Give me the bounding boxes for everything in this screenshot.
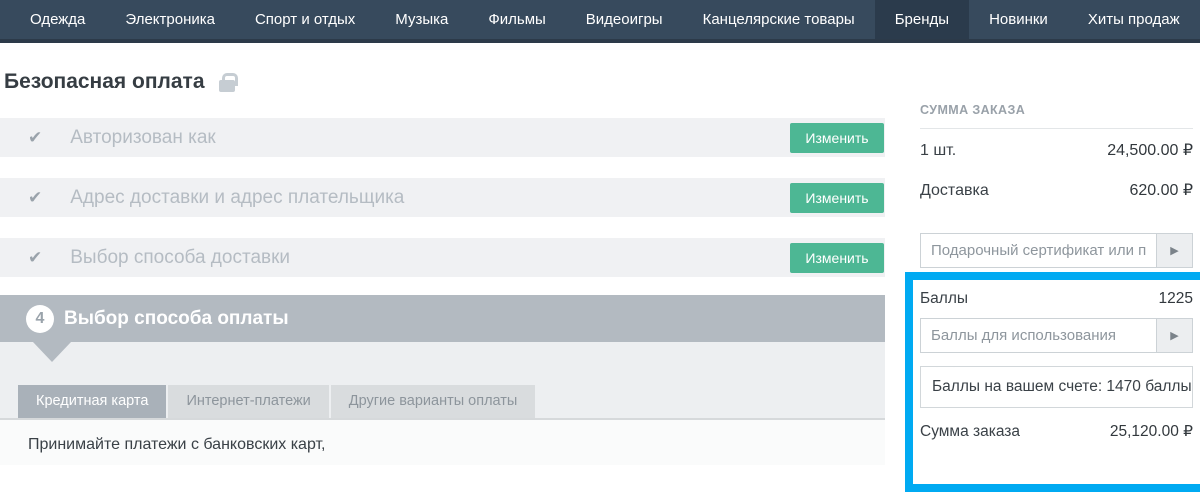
points-balance-note: Баллы на вашем счете: 1470 баллы. <box>920 366 1193 408</box>
tab-other-options[interactable]: Другие варианты оплаты <box>331 385 536 418</box>
step-label: Адрес доставки и адрес плательщика <box>70 187 404 209</box>
summary-shipping-label: Доставка <box>920 181 989 201</box>
payment-intro-text: Принимайте платежи с банковских карт, <box>28 436 326 454</box>
change-auth-button[interactable]: Изменить <box>790 123 884 153</box>
order-total-label: Сумма заказа <box>920 422 1020 442</box>
arrow-right-icon: ▶ <box>1170 244 1178 257</box>
nav-item-videogames[interactable]: Видеоигры <box>566 0 683 39</box>
nav-item-sports[interactable]: Спорт и отдых <box>235 0 375 39</box>
payment-tabs: Кредитная карта Интернет-платежи Другие … <box>18 385 535 418</box>
points-input[interactable] <box>921 319 1156 352</box>
step-header-pointer <box>33 342 71 362</box>
order-total-row: Сумма заказа 25,120.00 ₽ <box>920 422 1193 442</box>
tab-credit-card[interactable]: Кредитная карта <box>18 385 166 418</box>
summary-item-value: 24,500.00 ₽ <box>1107 141 1193 161</box>
nav-item-music[interactable]: Музыка <box>375 0 468 39</box>
promo-submit-button[interactable]: ▶ <box>1156 234 1192 267</box>
step-header-label: Выбор способа оплаты <box>64 308 289 330</box>
step-header-payment: 4 Выбор способа оплаты <box>0 295 885 342</box>
page-title: Безопасная оплата <box>4 70 205 94</box>
points-input-group: ▶ <box>920 318 1193 353</box>
top-navigation: Одежда Электроника Спорт и отдых Музыка … <box>0 0 1200 43</box>
order-summary-title: СУММА ЗАКАЗА <box>920 103 1025 117</box>
nav-item-brands[interactable]: Бренды <box>875 0 969 39</box>
page-title-row: Безопасная оплата <box>4 70 235 94</box>
nav-item-bestsellers[interactable]: Хиты продаж <box>1068 0 1200 39</box>
promo-code-group: ▶ <box>920 233 1193 268</box>
step-row-authorized: ✔ Авторизован как Изменить <box>0 118 885 157</box>
check-icon: ✔ <box>28 128 42 148</box>
step-label: Выбор способа доставки <box>70 247 290 269</box>
summary-row-shipping: Доставка 620.00 ₽ <box>920 181 1193 201</box>
step-number-badge: 4 <box>26 305 54 333</box>
change-address-button[interactable]: Изменить <box>790 183 884 213</box>
check-icon: ✔ <box>28 188 42 208</box>
step-row-address: ✔ Адрес доставки и адрес плательщика Изм… <box>0 178 885 217</box>
check-icon: ✔ <box>28 248 42 268</box>
points-submit-button[interactable]: ▶ <box>1156 319 1192 352</box>
lock-icon <box>219 80 235 92</box>
tab-online-payments[interactable]: Интернет-платежи <box>168 385 328 418</box>
step-row-shipping: ✔ Выбор способа доставки Изменить <box>0 238 885 277</box>
points-value: 1225 <box>1159 289 1193 309</box>
points-label: Баллы <box>920 289 968 309</box>
summary-row-items: 1 шт. 24,500.00 ₽ <box>920 141 1193 161</box>
change-shipping-button[interactable]: Изменить <box>790 243 884 273</box>
nav-item-movies[interactable]: Фильмы <box>468 0 565 39</box>
step-label: Авторизован как <box>70 127 215 149</box>
points-row: Баллы 1225 <box>920 289 1193 309</box>
nav-item-new-arrivals[interactable]: Новинки <box>969 0 1068 39</box>
nav-item-stationery[interactable]: Канцелярские товары <box>683 0 875 39</box>
nav-item-clothing[interactable]: Одежда <box>10 0 105 39</box>
promo-code-input[interactable] <box>921 234 1156 267</box>
summary-divider <box>920 128 1193 129</box>
summary-item-label: 1 шт. <box>920 141 956 161</box>
order-total-value: 25,120.00 ₽ <box>1110 422 1193 442</box>
summary-shipping-value: 620.00 ₽ <box>1129 181 1193 201</box>
nav-item-electronics[interactable]: Электроника <box>105 0 235 39</box>
arrow-right-icon: ▶ <box>1170 329 1178 342</box>
